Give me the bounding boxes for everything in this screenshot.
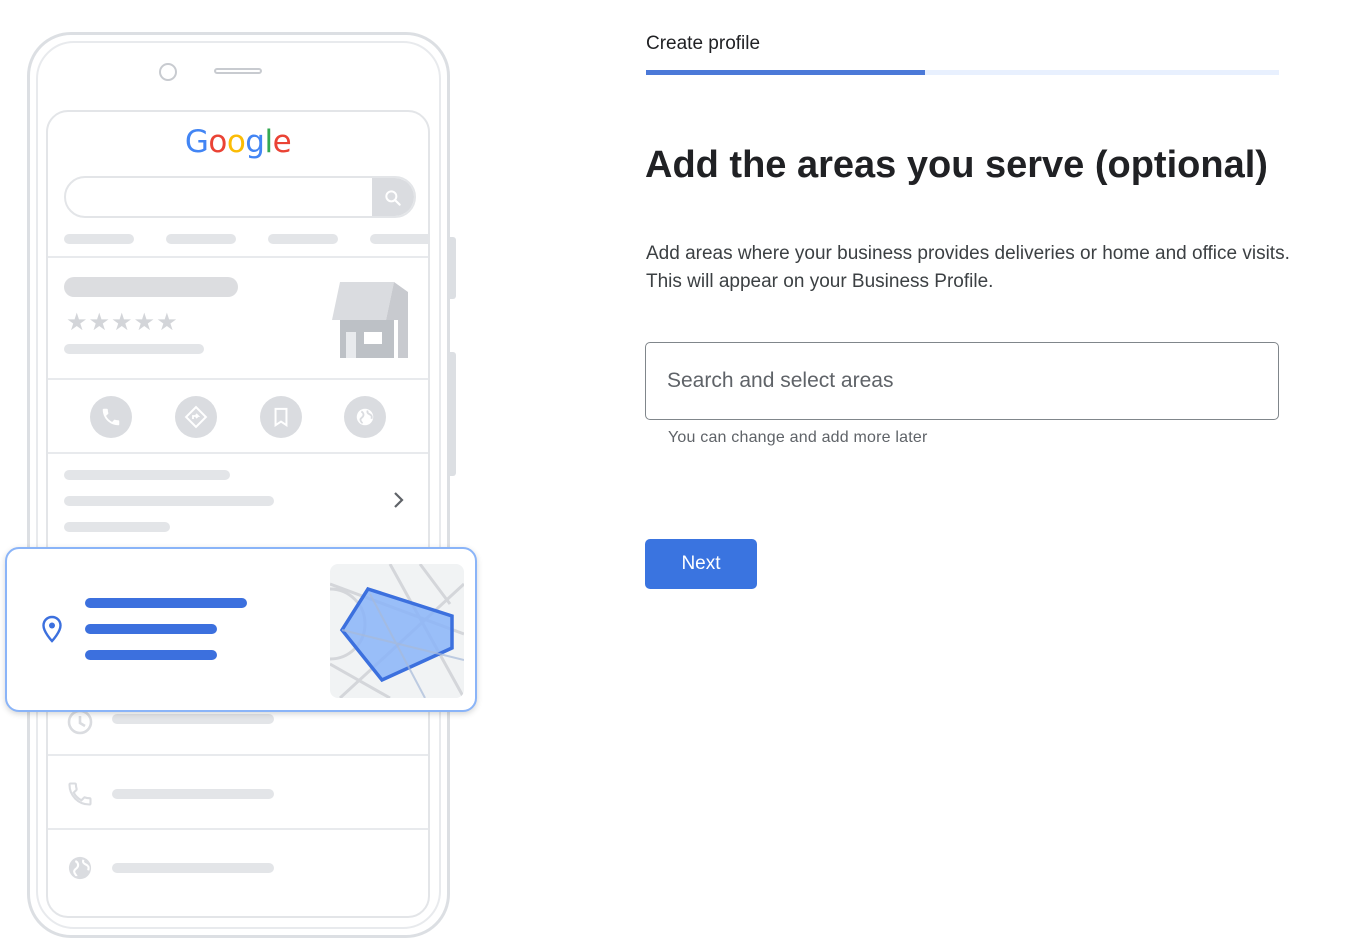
location-pin-icon bbox=[41, 615, 63, 648]
storefront-icon bbox=[332, 282, 408, 358]
google-logo: Google bbox=[184, 124, 292, 160]
page-description: Add areas where your business provides d… bbox=[646, 243, 1290, 292]
chevron-right-icon bbox=[392, 490, 406, 515]
progress-bar bbox=[646, 70, 1279, 75]
phone-icon bbox=[66, 780, 94, 813]
phone-speaker bbox=[214, 68, 262, 74]
phone-camera bbox=[159, 63, 177, 81]
progress-bar-fill bbox=[646, 70, 925, 75]
clock-icon bbox=[66, 708, 94, 741]
rating-stars: ★★★★★ bbox=[66, 309, 179, 336]
globe-icon bbox=[344, 396, 386, 438]
globe-icon bbox=[66, 854, 94, 887]
phone-illustration: Google ★★★★★ bbox=[0, 0, 520, 941]
search-icon bbox=[372, 178, 414, 216]
area-search-input[interactable] bbox=[667, 343, 1257, 418]
page-title: Add the areas you serve (optional) bbox=[645, 144, 1268, 186]
phone-side-button bbox=[450, 352, 456, 476]
service-area-search-field[interactable] bbox=[645, 342, 1279, 420]
bookmark-icon bbox=[260, 396, 302, 438]
service-area-card bbox=[5, 547, 477, 712]
directions-icon bbox=[175, 396, 217, 438]
next-button[interactable]: Next bbox=[645, 539, 757, 589]
search-helper-text: You can change and add more later bbox=[668, 429, 928, 446]
step-title: Create profile bbox=[646, 33, 761, 54]
mock-search-bar bbox=[64, 176, 416, 218]
phone-screen: Google ★★★★★ bbox=[46, 110, 430, 918]
phone-icon bbox=[90, 396, 132, 438]
phone-side-button bbox=[450, 237, 456, 299]
service-area-map bbox=[330, 564, 464, 698]
